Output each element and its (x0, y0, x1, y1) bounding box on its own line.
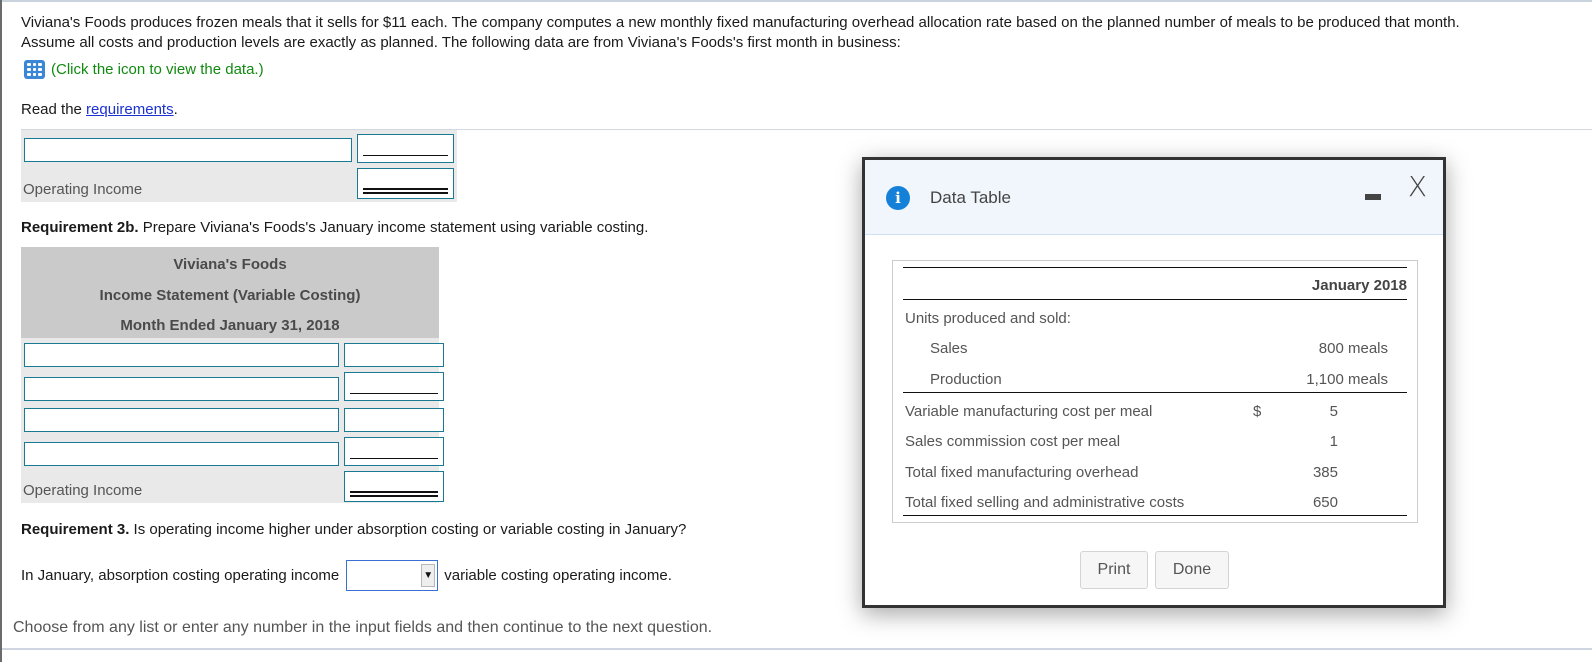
req2b-title: Requirement 2b. Prepare Viviana's Foods'… (21, 219, 648, 236)
intro-line-2: Assume all costs and production levels a… (21, 34, 901, 51)
statement-row-2-amount-input[interactable] (344, 372, 444, 401)
income-statement-header: Viviana's Foods Income Statement (Variab… (21, 247, 439, 338)
column-header-january-2018: January 2018 (1311, 277, 1407, 294)
comparison-dropdown[interactable]: ▼ (346, 560, 439, 591)
view-data-link[interactable]: (Click the icon to view the data.) (24, 59, 264, 79)
row-value-production: 1,100 meals (1306, 371, 1388, 388)
dialog-header[interactable]: i Data Table X (865, 160, 1443, 235)
dialog-title: Data Table (930, 188, 1011, 207)
top-divider (2, 0, 1592, 2)
problem-statement: Viviana's Foods produces frozen meals th… (21, 13, 1586, 53)
req2b-title-text: Prepare Viviana's Foods's January income… (138, 219, 649, 236)
read-requirements-line: Read the requirements. (21, 101, 178, 118)
table-top-rule (903, 267, 1407, 268)
req2a-label-input[interactable] (24, 138, 352, 162)
row-label-production: Production (930, 371, 1002, 388)
statement-row-1-label-input[interactable] (24, 343, 339, 367)
intro-line-1: Viviana's Foods produces frozen meals th… (21, 14, 1460, 31)
section-label-units: Units produced and sold: (905, 310, 1071, 327)
bottom-divider (2, 648, 1592, 650)
req3-title-bold: Requirement 3. (21, 521, 130, 538)
req2a-amount-input[interactable] (357, 134, 454, 163)
req3-answer-line: In January, absorption costing operating… (21, 560, 672, 591)
row-label-fixed-selling-admin: Total fixed selling and administrative c… (905, 494, 1185, 511)
statement-company: Viviana's Foods (173, 256, 287, 273)
units-bottom-rule (903, 392, 1407, 393)
statement-row-4-amount-input[interactable] (344, 437, 444, 466)
minimize-icon[interactable] (1365, 194, 1381, 200)
row-value-fixed-selling-admin: 650 (1312, 494, 1338, 511)
window-left-edge (0, 0, 2, 662)
dropdown-arrow-icon[interactable]: ▼ (421, 564, 436, 587)
req3-sentence-before: In January, absorption costing operating… (21, 567, 340, 584)
row-label-variable-mfg-cost: Variable manufacturing cost per meal (905, 403, 1153, 420)
statement-row-3-amount-input[interactable] (344, 408, 444, 432)
row-value-fixed-mfg-overhead: 385 (1312, 464, 1338, 481)
statement-row-2-label-input[interactable] (24, 377, 339, 401)
statement-title: Income Statement (Variable Costing) (99, 287, 361, 304)
read-suffix: . (173, 101, 178, 118)
statement-row-3-label-input[interactable] (24, 408, 339, 432)
row-value-sales-commission: 1 (1329, 433, 1338, 450)
statement-row-1-amount-input[interactable] (344, 343, 444, 367)
req3-title: Requirement 3. Is operating income highe… (21, 521, 686, 538)
row-label-sales: Sales (930, 340, 968, 357)
requirements-link[interactable]: requirements (86, 101, 174, 118)
req2b-operating-income-input[interactable] (344, 471, 444, 502)
req3-sentence-after: variable costing operating income. (444, 567, 672, 584)
close-icon[interactable]: X (1408, 173, 1427, 201)
row-label-sales-commission: Sales commission cost per meal (905, 433, 1121, 450)
row-value-variable-mfg-cost: 5 (1329, 403, 1338, 420)
table-grid-icon[interactable] (24, 59, 45, 79)
view-data-label[interactable]: (Click the icon to view the data.) (51, 61, 264, 78)
data-table-dialog: i Data Table X January 2018 Units produc… (862, 157, 1446, 608)
done-button[interactable]: Done (1155, 551, 1229, 589)
req2a-operating-income-input[interactable] (357, 168, 454, 199)
header-bottom-rule (903, 299, 1407, 300)
print-button[interactable]: Print (1080, 551, 1148, 589)
row-label-fixed-mfg-overhead: Total fixed manufacturing overhead (905, 464, 1139, 481)
statement-row-4-label-input[interactable] (24, 442, 339, 466)
info-icon: i (886, 186, 910, 210)
statement-period: Month Ended January 31, 2018 (120, 317, 340, 334)
req3-title-text: Is operating income higher under absorpt… (129, 521, 687, 538)
req2b-operating-income-label: Operating Income (23, 482, 143, 499)
data-table: January 2018 Units produced and sold: Sa… (892, 260, 1418, 523)
read-prefix: Read the (21, 101, 87, 118)
row-currency-variable-mfg-cost: $ (1253, 403, 1262, 420)
table-bottom-rule (903, 515, 1407, 516)
footer-instruction: Choose from any list or enter any number… (13, 619, 713, 636)
req2b-title-bold: Requirement 2b. (21, 219, 139, 236)
row-value-sales: 800 meals (1318, 340, 1388, 357)
req2a-operating-income-label: Operating Income (23, 181, 143, 198)
